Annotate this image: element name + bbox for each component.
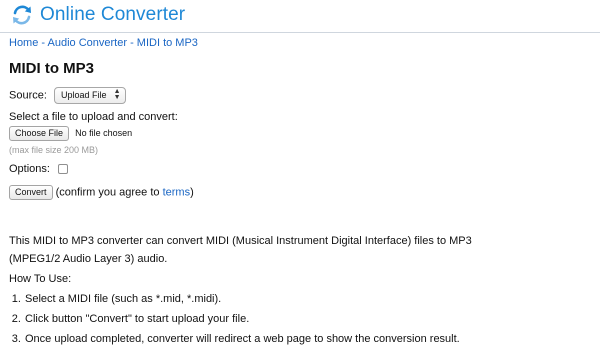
max-file-size-note: (max file size 200 MB): [9, 145, 99, 155]
source-label: Source:: [9, 89, 47, 102]
options-checkbox[interactable]: [58, 164, 69, 175]
header-divider: [0, 32, 600, 33]
site-header: Online Converter: [0, 0, 600, 32]
select-file-label: Select a file to upload and convert:: [9, 111, 178, 123]
breadcrumb-home[interactable]: Home: [9, 37, 38, 49]
list-item: Once upload completed, converter will re…: [24, 329, 460, 349]
no-file-chosen-text: No file chosen: [75, 128, 133, 139]
file-input-row: Choose File No file chosen: [9, 126, 132, 141]
source-select-value: Upload File: [60, 90, 107, 100]
page-title: MIDI to MP3: [9, 60, 94, 77]
options-label: Options:: [9, 163, 50, 175]
list-item: Click button "Convert" to start upload y…: [24, 309, 460, 329]
breadcrumb-midi-to-mp3[interactable]: MIDI to MP3: [137, 37, 198, 49]
options-row: Options:: [9, 163, 69, 175]
site-logo-text[interactable]: Online Converter: [40, 4, 185, 26]
terms-link[interactable]: terms: [163, 186, 191, 198]
convert-row: Convert (confirm you agree to terms): [9, 185, 194, 200]
breadcrumb-audio-converter[interactable]: Audio Converter: [48, 37, 128, 49]
source-select[interactable]: Upload File ▲ ▼: [53, 87, 126, 104]
how-to-title: How To Use:: [9, 273, 72, 285]
breadcrumb-separator: -: [127, 37, 137, 49]
source-row: Source: Upload File ▲ ▼: [9, 87, 126, 104]
confirm-prefix: (confirm you agree to: [55, 186, 163, 199]
converter-description: This MIDI to MP3 converter can convert M…: [9, 235, 472, 265]
list-item: Select a MIDI file (such as *.mid, *.mid…: [24, 289, 460, 309]
how-to-steps: Select a MIDI file (such as *.mid, *.mid…: [9, 289, 460, 349]
select-arrows-icon: ▲ ▼: [113, 88, 121, 101]
refresh-arrows-icon[interactable]: [10, 3, 34, 27]
convert-button[interactable]: Convert: [9, 185, 53, 200]
breadcrumb: Home - Audio Converter - MIDI to MP3: [9, 37, 198, 49]
choose-file-button[interactable]: Choose File: [9, 126, 70, 141]
confirm-suffix: ): [190, 186, 194, 199]
breadcrumb-separator: -: [38, 37, 48, 49]
